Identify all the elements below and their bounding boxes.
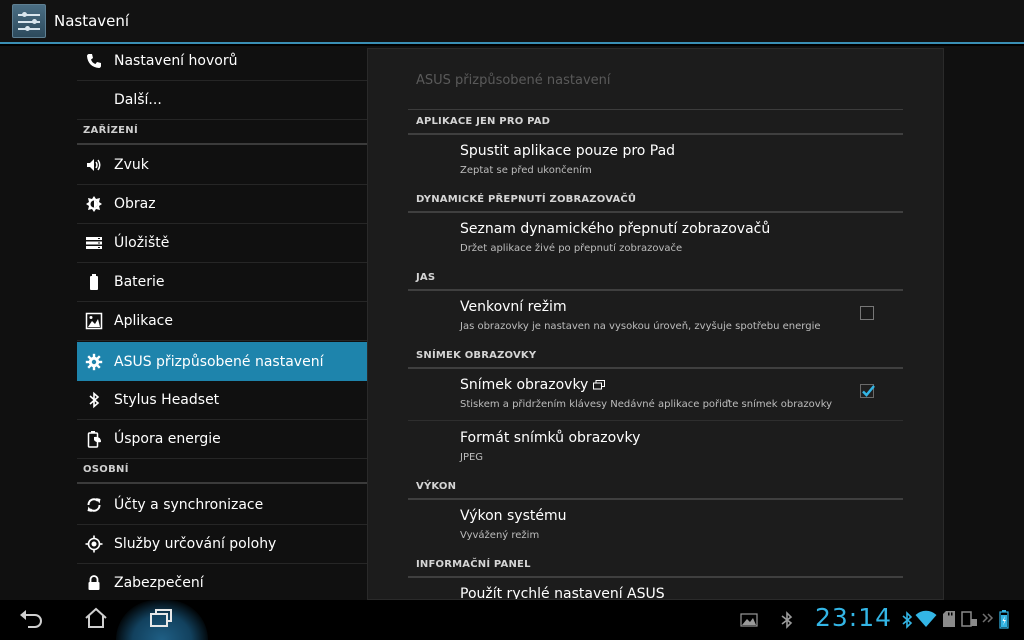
power-saving-icon (85, 430, 103, 448)
sidebar-item-label: Zvuk (114, 157, 149, 173)
pref-summary: Stiskem a přidržením klávesy Nedávné apl… (460, 399, 833, 410)
battery-icon (85, 273, 103, 291)
recent-apps-icon (148, 607, 174, 633)
sidebar-item-label: Nastavení hovorů (114, 53, 238, 69)
pref-screenshot[interactable]: Snímek obrazovky Stiskem a přidržením kl… (408, 369, 903, 421)
sound-icon (85, 156, 103, 174)
settings-headers-list: Nastavení hovorů Další... ZAŘÍZENÍ Zvuk … (77, 46, 367, 603)
pref-title-text: Snímek obrazovky (460, 377, 589, 393)
sidebar-item-call-settings[interactable]: Nastavení hovorů (77, 42, 367, 81)
pref-run-pad-only-apps[interactable]: Spustit aplikace pouze pro Pad Zeptat se… (408, 135, 903, 187)
storage-icon (85, 234, 103, 252)
action-bar: Nastavení (0, 0, 1024, 44)
bluetooth-notification-icon[interactable] (780, 611, 794, 629)
pref-use-asus-quick-settings[interactable]: Použít rychlé nastavení ASUS (408, 578, 903, 600)
sidebar-item-label: Stylus Headset (114, 392, 220, 408)
sidebar-item-power-saving[interactable]: Úspora energie (77, 420, 367, 459)
sidebar-item-asus-custom[interactable]: ASUS přizpůsobené nastavení (77, 342, 367, 381)
sidebar-item-label: Služby určování polohy (114, 536, 277, 552)
status-clock[interactable]: 23:14 (815, 603, 892, 632)
screenshot-checkbox[interactable] (860, 384, 875, 398)
pref-title: Spustit aplikace pouze pro Pad (460, 143, 676, 159)
detail-panel: ASUS přizpůsobené nastavení APLIKACE JEN… (367, 48, 944, 600)
back-button[interactable] (2, 600, 62, 640)
sidebar-item-label: ASUS přizpůsobené nastavení (114, 353, 324, 370)
sidebar-item-display[interactable]: Obraz (77, 185, 367, 224)
pref-dynamic-display-list[interactable]: Seznam dynamického přepnutí zobrazovačů … (408, 213, 903, 265)
pref-title: Formát snímků obrazovky (460, 430, 641, 446)
lock-icon (85, 574, 103, 592)
section-header-device: ZAŘÍZENÍ (77, 120, 367, 145)
category-brightness: JAS (408, 266, 903, 291)
category-pad-only-apps: APLIKACE JEN PRO PAD (408, 110, 903, 135)
pref-title: Venkovní režim (460, 299, 567, 315)
pref-title: Seznam dynamického přepnutí zobrazovačů (460, 221, 771, 237)
pref-title: Výkon systému (460, 508, 567, 524)
wifi-icon (915, 610, 937, 628)
category-screenshot: SNÍMEK OBRAZOVKY (408, 344, 903, 369)
sidebar-item-storage[interactable]: Úložiště (77, 224, 367, 263)
pref-screenshot-format[interactable]: Formát snímků obrazovky JPEG (408, 422, 903, 474)
phone-icon (85, 52, 103, 70)
category-notification-panel: INFORMAČNÍ PANEL (408, 553, 903, 578)
category-performance: VÝKON (408, 475, 903, 500)
sidebar-item-label: Aplikace (114, 313, 173, 329)
home-icon (84, 607, 108, 633)
outdoor-mode-checkbox[interactable] (860, 306, 874, 320)
pref-title: Použít rychlé nastavení ASUS (460, 586, 665, 600)
sd-card-icon (942, 610, 956, 628)
pref-summary: Zeptat se před ukončením (460, 165, 592, 176)
sidebar-item-label: Úspora energie (114, 431, 221, 447)
sidebar-item-label: Úložiště (114, 235, 170, 251)
pref-system-performance[interactable]: Výkon systému Vyvážený režim (408, 500, 903, 552)
section-header-personal: OSOBNÍ (77, 459, 367, 484)
apps-icon (85, 312, 103, 330)
bluetooth-icon (85, 391, 103, 409)
brightness-icon (85, 195, 103, 213)
sidebar-item-label: Zabezpečení (114, 575, 204, 591)
back-icon (19, 607, 45, 633)
sidebar-item-location[interactable]: Služby určování polohy (77, 525, 367, 564)
recent-apps-icon (593, 380, 606, 390)
pref-title: Snímek obrazovky (460, 377, 606, 393)
overflow-arrows-icon (982, 611, 994, 625)
sidebar-item-more[interactable]: Další... (77, 81, 367, 120)
recent-apps-button[interactable] (131, 600, 191, 640)
pref-summary: Vyvážený režim (460, 530, 540, 541)
sidebar-item-label: Obraz (114, 196, 156, 212)
sidebar-item-apps[interactable]: Aplikace (77, 302, 367, 341)
sidebar-item-battery[interactable]: Baterie (77, 263, 367, 302)
main-content: Nastavení hovorů Další... ZAŘÍZENÍ Zvuk … (0, 46, 1024, 603)
sidebar-item-sound[interactable]: Zvuk (77, 146, 367, 185)
sidebar-item-label: Účty a synchronizace (114, 497, 264, 513)
category-dynamic-display-switch: DYNAMICKÉ PŘEPNUTÍ ZOBRAZOVAČŮ (408, 188, 903, 213)
sidebar-item-label: Baterie (114, 274, 165, 290)
pref-summary: Držet aplikace živé po přepnutí zobrazov… (460, 243, 683, 254)
sync-icon (85, 496, 103, 514)
usb-debug-icon (960, 610, 978, 628)
panel-title: ASUS přizpůsobené nastavení (416, 73, 611, 88)
gallery-notification-icon[interactable] (740, 613, 758, 627)
sidebar-item-label: Další... (114, 92, 162, 108)
pref-outdoor-mode[interactable]: Venkovní režim Jas obrazovky je nastaven… (408, 291, 903, 343)
gear-icon (85, 353, 103, 371)
settings-app-icon[interactable] (12, 4, 46, 38)
system-bar: 23:14 (0, 600, 1024, 640)
battery-status-icon (998, 609, 1010, 629)
pref-summary: JPEG (460, 452, 484, 463)
sidebar-item-security[interactable]: Zabezpečení (77, 564, 367, 603)
app-title[interactable]: Nastavení (54, 12, 129, 30)
location-icon (85, 535, 103, 553)
sidebar-item-accounts-sync[interactable]: Účty a synchronizace (77, 486, 367, 525)
bluetooth-status-icon (901, 611, 913, 629)
sidebar-item-stylus-headset[interactable]: Stylus Headset (77, 381, 367, 420)
pref-summary: Jas obrazovky je nastaven na vysokou úro… (460, 321, 821, 332)
